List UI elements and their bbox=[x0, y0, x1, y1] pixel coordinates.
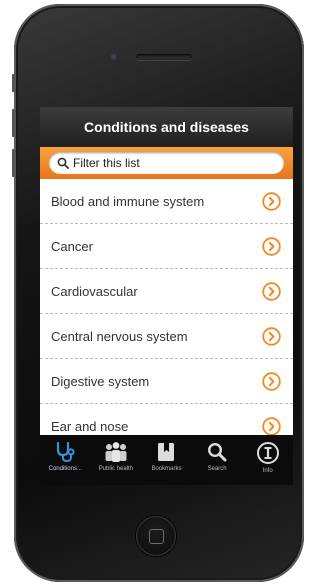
home-square-icon bbox=[149, 529, 164, 544]
tab-bar: Conditions... Public health Bookmarks Se… bbox=[40, 435, 293, 485]
volume-up-button bbox=[12, 109, 15, 137]
list-item[interactable]: Central nervous system bbox=[40, 314, 293, 359]
speaker-grille bbox=[136, 54, 192, 60]
list-item[interactable]: Cardiovascular bbox=[40, 269, 293, 314]
list-item-label: Cardiovascular bbox=[51, 283, 138, 299]
app-screen: Conditions and diseases Blood and immune… bbox=[40, 107, 293, 485]
search-icon bbox=[57, 157, 69, 169]
volume-down-button bbox=[12, 149, 15, 177]
list-item[interactable]: Cancer bbox=[40, 224, 293, 269]
tab-conditions[interactable]: Conditions... bbox=[40, 435, 91, 485]
search-bar bbox=[40, 147, 293, 179]
list-item[interactable]: Blood and immune system bbox=[40, 179, 293, 224]
tab-label: Info bbox=[262, 468, 273, 474]
camera-icon bbox=[110, 53, 119, 62]
chevron-right-icon[interactable] bbox=[262, 191, 281, 211]
people-icon bbox=[105, 442, 127, 462]
list-item-label: Central nervous system bbox=[51, 328, 188, 344]
search-field[interactable] bbox=[49, 152, 284, 174]
tab-label: Conditions... bbox=[48, 466, 82, 472]
bookmarks-icon bbox=[158, 443, 175, 461]
tab-public-health[interactable]: Public health bbox=[91, 435, 142, 485]
info-icon bbox=[256, 442, 279, 464]
stethoscope-icon bbox=[57, 441, 75, 463]
tab-bookmarks[interactable]: Bookmarks bbox=[141, 435, 192, 485]
chevron-right-icon[interactable] bbox=[262, 236, 281, 256]
page-title: Conditions and diseases bbox=[40, 107, 293, 147]
chevron-right-icon[interactable] bbox=[262, 416, 281, 436]
tab-label: Search bbox=[207, 466, 227, 472]
tab-label: Public health bbox=[98, 466, 134, 472]
search-icon bbox=[208, 442, 227, 462]
chevron-right-icon[interactable] bbox=[262, 281, 281, 301]
chevron-right-icon[interactable] bbox=[262, 326, 281, 346]
search-input[interactable] bbox=[73, 156, 263, 170]
list-item-label: Cancer bbox=[51, 238, 93, 254]
mute-switch bbox=[12, 74, 15, 92]
chevron-right-icon[interactable] bbox=[262, 371, 281, 391]
conditions-list: Blood and immune system Cancer Cardiovas… bbox=[40, 179, 293, 449]
tab-search[interactable]: Search bbox=[192, 435, 243, 485]
list-item[interactable]: Digestive system bbox=[40, 359, 293, 404]
list-item-label: Ear and nose bbox=[51, 418, 129, 434]
list-item-label: Digestive system bbox=[51, 373, 150, 389]
list-item-label: Blood and immune system bbox=[51, 193, 205, 209]
tab-info[interactable]: Info bbox=[242, 435, 293, 485]
tab-label: Bookmarks bbox=[151, 466, 182, 472]
